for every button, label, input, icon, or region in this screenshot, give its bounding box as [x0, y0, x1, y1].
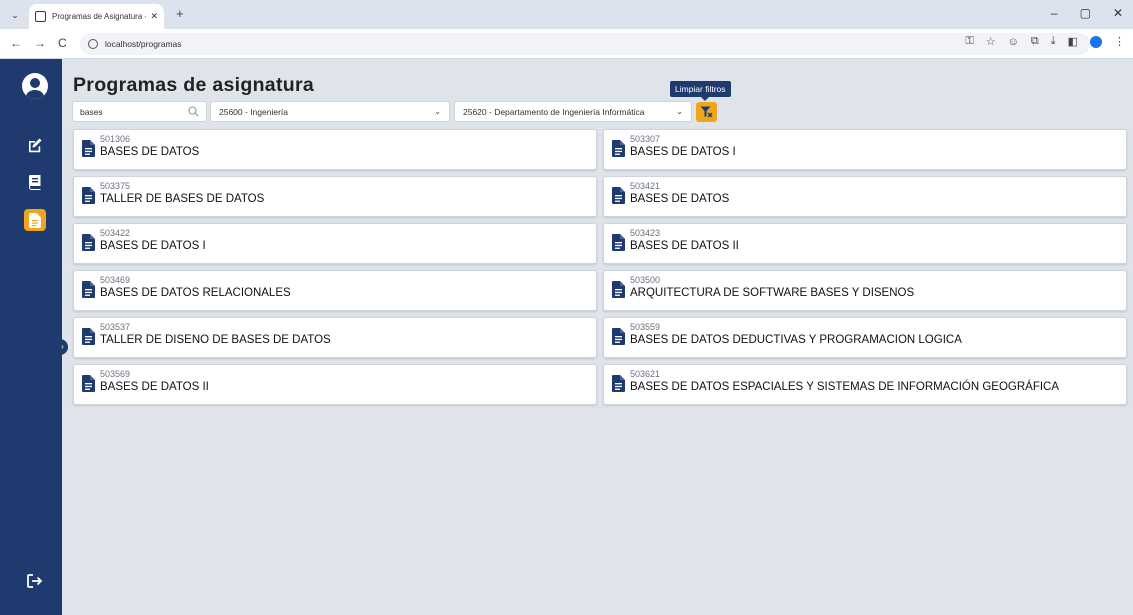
programa-name: BASES DE DATOS I	[100, 240, 206, 252]
facultad-select-value: 25600 - Ingeniería	[219, 106, 288, 117]
forward-button[interactable]: →	[34, 36, 46, 50]
programa-code: 503307	[630, 134, 661, 144]
programa-card[interactable]: 503469 BASES DE DATOS RELACIONALES	[73, 270, 597, 311]
logout-button[interactable]	[24, 570, 46, 592]
chevron-down-icon: ⌄	[434, 107, 441, 116]
profile-avatar-icon[interactable]	[1090, 35, 1102, 48]
document-icon	[612, 187, 625, 204]
toolbar-icons: ⚿ ☆ ☺ ⧉ ⤓ ◧ ⋮	[965, 35, 1125, 48]
programa-card[interactable]: 503422 BASES DE DATOS I	[73, 223, 597, 264]
programa-name: BASES DE DATOS ESPACIALES Y SISTEMAS DE …	[630, 381, 1060, 393]
programa-name: BASES DE DATOS DEDUCTIVAS Y PROGRAMACION…	[630, 334, 962, 346]
programa-card[interactable]: 503307 BASES DE DATOS I	[603, 129, 1127, 170]
sidebar	[0, 59, 62, 615]
programa-card[interactable]: 503569 BASES DE DATOS II	[73, 364, 597, 405]
programa-code: 503375	[100, 181, 131, 191]
programa-code: 503621	[630, 369, 661, 379]
document-icon	[612, 140, 625, 157]
document-icon	[612, 234, 625, 251]
programa-code: 503500	[630, 275, 661, 285]
search-value: bases	[80, 106, 103, 117]
site-favicon-icon	[35, 11, 46, 22]
programa-card[interactable]: 503559 BASES DE DATOS DEDUCTIVAS Y PROGRA…	[603, 317, 1127, 358]
document-icon	[612, 328, 625, 345]
close-window-button[interactable]: ✕	[1113, 6, 1123, 20]
document-icon	[82, 328, 95, 345]
document-icon	[82, 281, 95, 298]
document-icon	[82, 234, 95, 251]
programa-code: 503422	[100, 228, 131, 238]
sidepanel-icon[interactable]: ◧	[1068, 35, 1078, 48]
browser-tabstrip: ⌄ Programas de Asignatura - Sist ✕ + – ▢…	[0, 0, 1133, 29]
sidebar-item-edit[interactable]	[24, 134, 46, 156]
programa-name: TALLER DE DISENO DE BASES DE DATOS	[100, 334, 331, 346]
document-icon	[82, 187, 95, 204]
browser-tab[interactable]: Programas de Asignatura - Sist ✕	[29, 4, 164, 29]
logout-icon	[27, 574, 43, 588]
key-icon[interactable]: ⚿	[965, 35, 973, 48]
sidebar-item-programas[interactable]	[24, 209, 46, 231]
extension-face-icon[interactable]: ☺	[1008, 36, 1019, 48]
filter-clear-icon	[700, 106, 713, 118]
programa-name: BASES DE DATOS I	[630, 146, 736, 158]
site-info-icon[interactable]	[88, 39, 98, 49]
main-content: Programas de asignatura bases 25600 - In…	[62, 59, 1133, 615]
programa-code: 501306	[100, 134, 131, 144]
document-icon	[612, 375, 625, 392]
bookmark-star-icon[interactable]: ☆	[986, 35, 996, 48]
tab-search-button[interactable]: ⌄	[8, 8, 22, 22]
book-icon	[28, 175, 41, 190]
download-icon[interactable]: ⤓	[1051, 35, 1056, 48]
back-button[interactable]: ←	[10, 36, 22, 50]
tab-close-button[interactable]: ✕	[150, 11, 158, 22]
document-icon	[29, 212, 41, 228]
browser-toolbar: ← → C localhost/programas ⚿ ☆ ☺ ⧉ ⤓ ◧ ⋮	[0, 29, 1133, 59]
programa-code: 503569	[100, 369, 131, 379]
browser-menu-icon[interactable]: ⋮	[1114, 35, 1125, 48]
programa-card[interactable]: 503421 BASES DE DATOS	[603, 176, 1127, 217]
programa-card[interactable]: 503621 BASES DE DATOS ESPACIALES Y SISTEM…	[603, 364, 1127, 405]
programa-name: TALLER DE BASES DE DATOS	[100, 193, 265, 205]
programa-card[interactable]: 503375 TALLER DE BASES DE DATOS	[73, 176, 597, 217]
document-icon	[612, 281, 625, 298]
programa-name: BASES DE DATOS RELACIONALES	[100, 287, 291, 299]
page-title: Programas de asignatura	[73, 74, 314, 96]
programa-code: 503421	[630, 181, 661, 191]
programa-name: ARQUITECTURA DE SOFTWARE BASES Y DISENOS	[630, 287, 915, 299]
programa-name: BASES DE DATOS II	[100, 381, 209, 393]
reload-button[interactable]: C	[58, 36, 67, 50]
programa-code: 503537	[100, 322, 131, 332]
programa-card[interactable]: 503500 ARQUITECTURA DE SOFTWARE BASES Y D…	[603, 270, 1127, 311]
programa-code: 503559	[630, 322, 661, 332]
document-icon	[82, 375, 95, 392]
programa-card[interactable]: 501306 BASES DE DATOS	[73, 129, 597, 170]
programa-name: BASES DE DATOS	[100, 146, 200, 158]
window-controls: – ▢ ✕	[1051, 6, 1123, 20]
edit-icon	[29, 138, 42, 153]
chevron-down-icon: ⌄	[676, 107, 683, 116]
departamento-select[interactable]: 25620 - Departamento de Ingeniería Infor…	[454, 101, 692, 122]
extensions-puzzle-icon[interactable]: ⧉	[1031, 35, 1039, 48]
new-tab-button[interactable]: +	[176, 6, 184, 21]
maximize-button[interactable]: ▢	[1080, 6, 1091, 20]
departamento-select-value: 25620 - Departamento de Ingeniería Infor…	[463, 106, 645, 117]
programa-card[interactable]: 503537 TALLER DE DISENO DE BASES DE DATOS	[73, 317, 597, 358]
programa-card[interactable]: 503423 BASES DE DATOS II	[603, 223, 1127, 264]
facultad-select[interactable]: 25600 - Ingeniería ⌄	[210, 101, 450, 122]
sidebar-item-books[interactable]	[24, 171, 46, 193]
search-icon	[188, 106, 199, 117]
programa-name: BASES DE DATOS	[630, 193, 730, 205]
programa-code: 503469	[100, 275, 131, 285]
user-avatar-icon[interactable]	[22, 73, 48, 99]
clear-filters-tooltip: Limpiar filtros	[670, 81, 731, 101]
programa-code: 503423	[630, 228, 661, 238]
url-text: localhost/programas	[105, 39, 182, 49]
document-icon	[82, 140, 95, 157]
clear-filters-button[interactable]	[696, 102, 717, 122]
search-input[interactable]: bases	[72, 101, 207, 122]
minimize-button[interactable]: –	[1051, 6, 1058, 20]
address-bar[interactable]: localhost/programas	[80, 33, 1090, 55]
tab-title: Programas de Asignatura - Sist	[52, 12, 146, 21]
programa-name: BASES DE DATOS II	[630, 240, 739, 252]
